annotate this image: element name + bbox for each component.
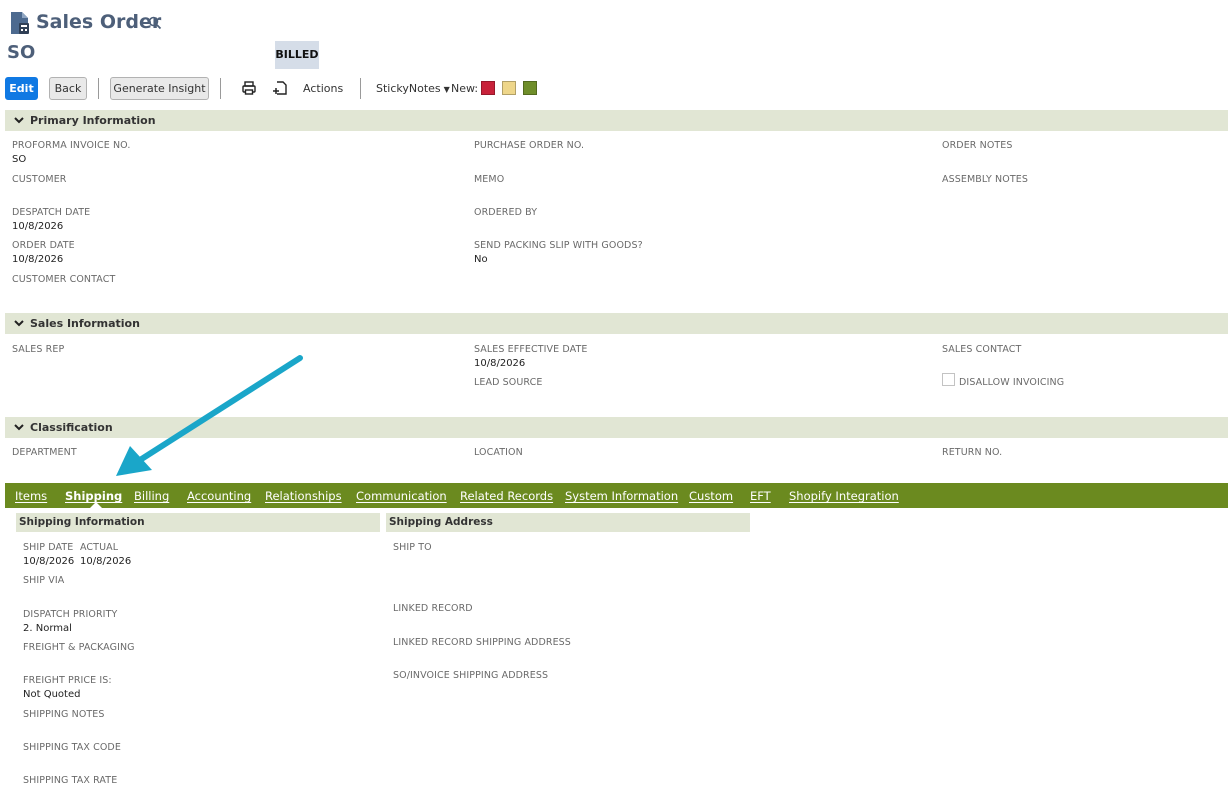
annotation-arrow	[116, 355, 303, 476]
order-notes-label: ORDER NOTES	[942, 140, 1013, 151]
actual-value: 10/8/2026	[80, 556, 132, 567]
chevron-down-icon	[14, 320, 24, 327]
sales-order-icon	[11, 12, 29, 34]
shipping-notes-label: SHIPPING NOTES	[23, 709, 105, 720]
chevron-down-icon	[14, 424, 24, 431]
toolbar-divider	[98, 78, 99, 99]
ship-via-label: SHIP VIA	[23, 575, 65, 586]
sales-rep-label: SALES REP	[12, 344, 65, 355]
section-title: Primary Information	[30, 114, 156, 127]
order-date-label: ORDER DATE	[12, 240, 75, 251]
order-date-value: 10/8/2026	[12, 254, 64, 265]
ordered-by-label: ORDERED BY	[474, 207, 538, 218]
disallow-invoicing-label: DISALLOW INVOICING	[959, 377, 1065, 388]
new-note-yellow-swatch[interactable]	[502, 81, 516, 95]
shipping-address-header: Shipping Address	[386, 513, 750, 532]
return-no-label: RETURN NO.	[942, 447, 1003, 458]
toolbar-divider	[360, 78, 361, 99]
department-label: DEPARTMENT	[12, 447, 77, 458]
location-label: LOCATION	[474, 447, 523, 458]
tab-custom[interactable]: Custom	[689, 489, 733, 503]
caret-down-icon: ▼	[443, 85, 450, 94]
actions-menu[interactable]: Actions	[303, 82, 343, 95]
active-tab-pointer	[90, 502, 102, 508]
tab-related-records[interactable]: Related Records	[460, 489, 553, 503]
ship-date-value: 10/8/2026	[23, 556, 75, 567]
tab-shopify-integration[interactable]: Shopify Integration	[789, 489, 899, 503]
ship-date-label: SHIP DATE	[23, 542, 74, 553]
assembly-notes-label: ASSEMBLY NOTES	[942, 174, 1028, 185]
primary-info-section-header[interactable]: Primary Information	[5, 110, 1228, 131]
tab-eft[interactable]: EFT	[750, 489, 771, 503]
customer-label: CUSTOMER	[12, 174, 67, 185]
lead-source-label: LEAD SOURCE	[474, 377, 543, 388]
sales-effective-date-value: 10/8/2026	[474, 358, 526, 369]
customer-contact-label: CUSTOMER CONTACT	[12, 274, 116, 285]
back-button[interactable]: Back	[49, 77, 87, 100]
stickynotes-menu[interactable]: StickyNotes ▼	[376, 82, 450, 95]
freight-price-label: FREIGHT PRICE IS:	[23, 675, 112, 686]
send-packing-slip-label: SEND PACKING SLIP WITH GOODS?	[474, 240, 643, 251]
purchase-order-label: PURCHASE ORDER NO.	[474, 140, 585, 151]
proforma-invoice-value: SO	[12, 154, 27, 165]
shipping-tax-code-label: SHIPPING TAX CODE	[23, 742, 121, 753]
dispatch-priority-value: 2. Normal	[23, 623, 72, 634]
sales-info-section-header[interactable]: Sales Information	[5, 313, 1228, 334]
tab-relationships[interactable]: Relationships	[265, 489, 342, 503]
despatch-date-label: DESPATCH DATE	[12, 207, 91, 218]
send-packing-slip-value: No	[474, 254, 488, 265]
new-note-green-swatch[interactable]	[523, 81, 537, 95]
freight-price-value: Not Quoted	[23, 689, 81, 700]
tab-system-information[interactable]: System Information	[565, 489, 678, 503]
tab-communication[interactable]: Communication	[356, 489, 447, 503]
so-invoice-shipping-label: SO/INVOICE SHIPPING ADDRESS	[393, 670, 549, 681]
new-note-label: New:	[451, 82, 479, 95]
dispatch-priority-label: DISPATCH PRIORITY	[23, 609, 118, 620]
toolbar-divider	[220, 78, 221, 99]
sales-contact-label: SALES CONTACT	[942, 344, 1022, 355]
shipping-tax-rate-label: SHIPPING TAX RATE	[23, 775, 118, 786]
tab-billing[interactable]: Billing	[134, 489, 169, 503]
memo-label: MEMO	[474, 174, 505, 185]
chevron-down-icon	[14, 117, 24, 124]
sales-effective-date-label: SALES EFFECTIVE DATE	[474, 344, 588, 355]
stickynotes-label: StickyNotes	[376, 82, 441, 95]
actual-label: ACTUAL	[80, 542, 119, 553]
disallow-invoicing-checkbox[interactable]	[942, 373, 955, 386]
page-title: Sales Order	[36, 11, 162, 33]
tab-items[interactable]: Items	[15, 489, 47, 503]
record-id: SO	[7, 42, 36, 63]
generate-insight-button[interactable]: Generate Insight	[110, 77, 209, 100]
tab-accounting[interactable]: Accounting	[187, 489, 251, 503]
edit-button[interactable]: Edit	[5, 77, 38, 100]
status-badge: BILLED	[275, 41, 319, 69]
linked-record-shipping-label: LINKED RECORD SHIPPING ADDRESS	[393, 637, 571, 648]
despatch-date-value: 10/8/2026	[12, 221, 64, 232]
linked-record-label: LINKED RECORD	[393, 603, 473, 614]
new-note-red-swatch[interactable]	[481, 81, 495, 95]
ship-to-label: SHIP TO	[393, 542, 432, 553]
print-icon[interactable]	[241, 80, 257, 96]
new-document-icon[interactable]	[272, 80, 288, 96]
section-title: Sales Information	[30, 317, 140, 330]
shipping-info-header: Shipping Information	[16, 513, 380, 532]
tab-shipping[interactable]: Shipping	[65, 489, 122, 503]
section-title: Classification	[30, 421, 113, 434]
freight-packaging-label: FREIGHT & PACKAGING	[23, 642, 135, 653]
subtab-bar: Items Shipping Billing Accounting Relati…	[5, 483, 1228, 508]
search-icon[interactable]	[148, 16, 162, 30]
proforma-invoice-label: PROFORMA INVOICE NO.	[12, 140, 131, 151]
